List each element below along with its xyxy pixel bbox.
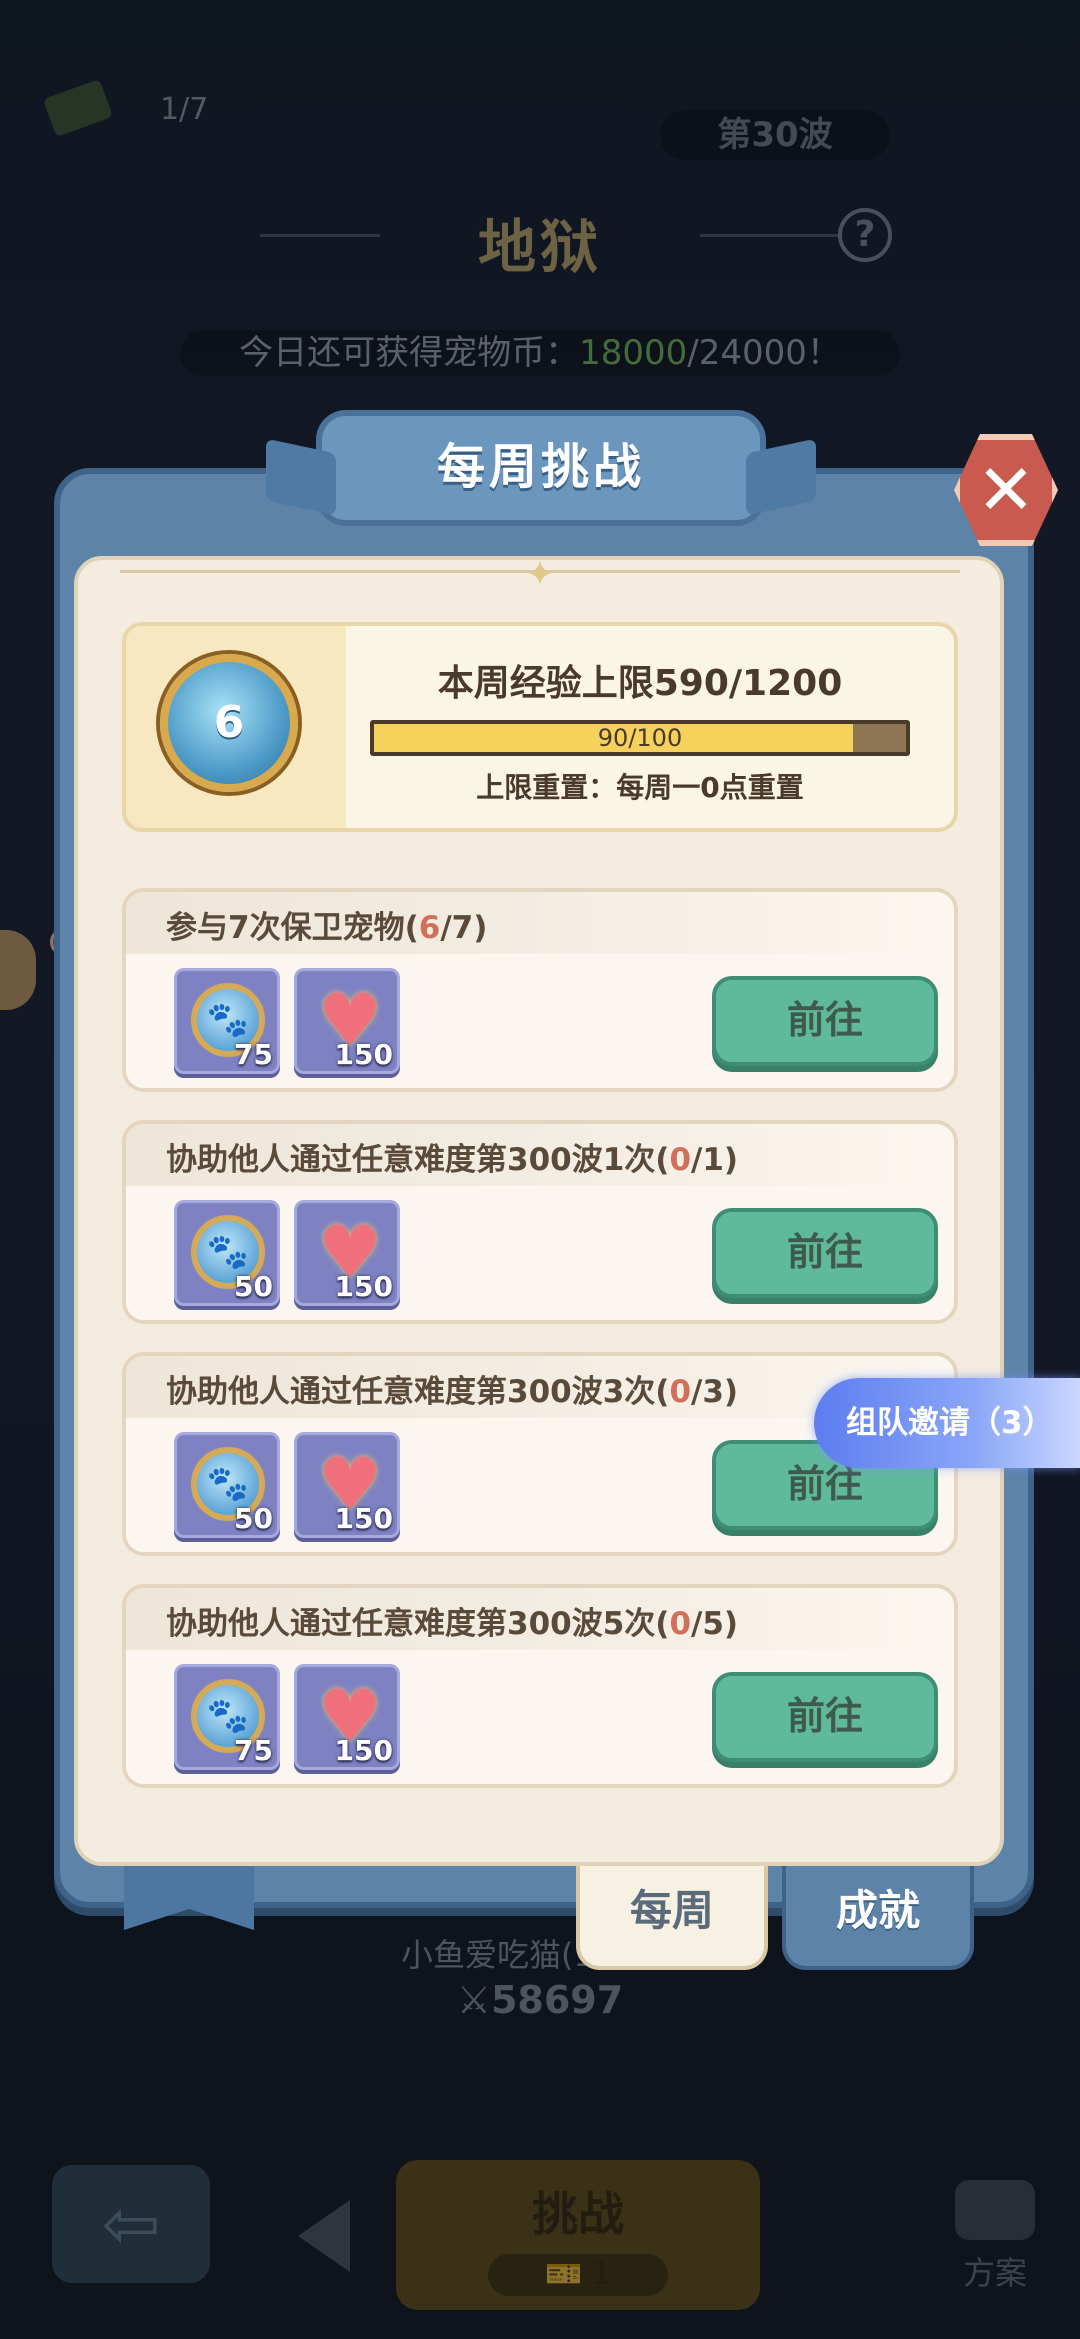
task-name: 协助他人通过任意难度第300波3次(0/3): [166, 1374, 739, 1410]
go-button[interactable]: 前往: [712, 976, 938, 1066]
close-icon[interactable]: ✕: [954, 434, 1058, 546]
reward-paw-coin[interactable]: 🐾 50: [174, 1200, 280, 1306]
exp-progress-bar: 90/100: [370, 720, 910, 756]
reward-paw-coin[interactable]: 🐾 75: [174, 1664, 280, 1770]
go-button[interactable]: 前往: [712, 1208, 938, 1298]
reward-heart[interactable]: ♥ 150: [294, 968, 400, 1074]
tab-weekly[interactable]: 每周: [576, 1860, 768, 1970]
task-progress: 0: [669, 1606, 692, 1642]
task-card: 协助他人通过任意难度第300波1次(0/1) 🐾 50 ♥ 150 前往: [122, 1120, 958, 1324]
reward-paw-coin[interactable]: 🐾 50: [174, 1432, 280, 1538]
task-name: 参与7次保卫宠物(6/7): [166, 910, 488, 946]
reward-count: 75: [234, 1734, 273, 1767]
reward-count: 50: [234, 1270, 273, 1303]
reward-heart[interactable]: ♥ 150: [294, 1200, 400, 1306]
team-invite-button[interactable]: 组队邀请（3）: [814, 1378, 1080, 1468]
exp-limit-title: 本周经验上限590/1200: [437, 663, 843, 704]
task-name: 协助他人通过任意难度第300波5次(0/5): [166, 1606, 739, 1642]
title-ribbon: 每周挑战: [266, 410, 816, 526]
panel-ornament: ✦: [120, 554, 960, 595]
level-number: 6: [213, 697, 245, 748]
reward-heart[interactable]: ♥ 150: [294, 1432, 400, 1538]
reward-count: 150: [334, 1734, 393, 1767]
task-progress: 6: [418, 910, 441, 946]
reward-count: 150: [334, 1270, 393, 1303]
task-name: 协助他人通过任意难度第300波1次(0/1): [166, 1142, 739, 1178]
task-card: 协助他人通过任意难度第300波5次(0/5) 🐾 75 ♥ 150 前往: [122, 1584, 958, 1788]
task-progress: 0: [669, 1374, 692, 1410]
panel-title: 每周挑战: [436, 439, 645, 495]
reward-count: 75: [234, 1038, 273, 1071]
task-card: 参与7次保卫宠物(6/7) 🐾 75 ♥ 150 前往: [122, 888, 958, 1092]
reward-count: 50: [234, 1502, 273, 1535]
reward-heart[interactable]: ♥ 150: [294, 1664, 400, 1770]
exp-progress-text: 90/100: [597, 724, 683, 752]
go-button[interactable]: 前往: [712, 1672, 938, 1762]
reward-paw-coin[interactable]: 🐾 75: [174, 968, 280, 1074]
reward-count: 150: [334, 1502, 393, 1535]
reset-info: 上限重置：每周一0点重置: [476, 771, 804, 804]
tab-achievement[interactable]: 成就: [782, 1860, 974, 1970]
task-progress: 0: [669, 1142, 692, 1178]
reward-count: 150: [334, 1038, 393, 1071]
